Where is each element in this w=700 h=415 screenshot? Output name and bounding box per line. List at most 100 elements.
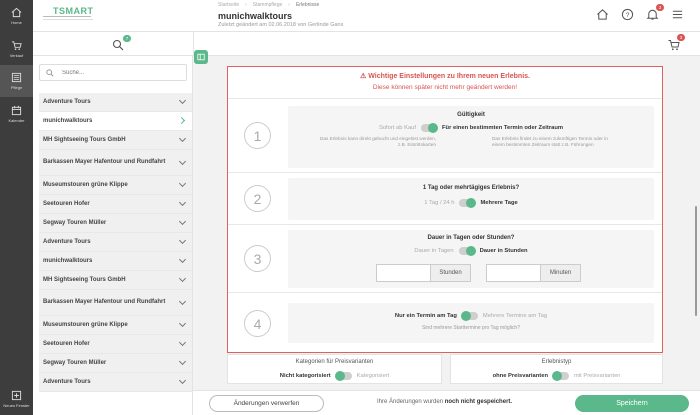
cart-icon (668, 40, 680, 51)
validity-toggle[interactable] (421, 123, 439, 133)
save-button[interactable]: Speichern (575, 395, 689, 412)
unsaved-message: Ihre Änderungen wurden noch nicht gespei… (377, 399, 512, 405)
list-item[interactable]: Adventure Tours (39, 233, 192, 252)
hours-input[interactable] (377, 265, 430, 281)
categories-toggle-row: Nicht kategorisiert Kategorisiert (228, 371, 441, 381)
list-item-label: Barkassen Mayer Hafentour und Rundfahrt (43, 159, 166, 165)
calendar-icon (11, 105, 22, 116)
notifications-badge: 3 (656, 4, 664, 11)
plus-icon (11, 390, 22, 401)
hours-unit: Stunden (430, 265, 470, 281)
logo: TSMART (43, 6, 113, 26)
provider-list: Adventure Tours munichwalktours MH Sight… (39, 93, 192, 392)
settings-card: ⚠ Wichtige Einstellungen zu Ihrem neuen … (227, 66, 663, 353)
toggle-right-label: Kategorisiert (356, 373, 390, 379)
step-hint: Sind mehrere Starttermine pro Tag möglic… (421, 325, 520, 331)
discard-button[interactable]: Änderungen verwerfen (209, 395, 324, 412)
hours-field[interactable]: Stunden (376, 264, 471, 282)
chevron-down-icon (178, 297, 187, 305)
categories-toggle[interactable] (334, 371, 352, 381)
search-count-badge: 7 (123, 35, 131, 42)
list-item[interactable]: Barkassen Mayer Hafentour und Rundfahrt (39, 150, 192, 176)
list-item[interactable]: Seetouren Hofer (39, 195, 192, 214)
rail-kalender-label: Kalender (8, 118, 25, 123)
collapse-sidebar-button[interactable] (194, 50, 208, 64)
step-number: 2 (244, 185, 271, 212)
left-description: Das Erlebnis kann direkt gebucht und ein… (320, 136, 436, 147)
chevron-down-icon (178, 157, 187, 165)
rail-new-window-label: Neues Fenster (3, 403, 30, 408)
unit-toggle-row: Dauer in Tagen Dauer in Stunden (288, 246, 654, 256)
step-panel: Nur ein Termin am Tag Mehrere Termine am… (288, 303, 654, 343)
list-item-label: Segway Touren Müller (43, 360, 107, 366)
menu-button[interactable] (671, 8, 684, 21)
list-item[interactable]: MH Sightseeing Tours GmbH (39, 131, 192, 150)
cart-button[interactable]: 3 (668, 34, 685, 51)
appointments-toggle[interactable] (460, 311, 478, 321)
list-item[interactable]: munichwalktours (39, 252, 192, 271)
minutes-unit: Minuten (540, 265, 580, 281)
list-item[interactable]: MH Sightseeing Tours GmbH (39, 271, 192, 290)
list-item-label: Museumstouren grüne Klippe (43, 322, 128, 328)
chevron-down-icon (178, 236, 187, 245)
list-item-label: munichwalktours (43, 258, 93, 264)
breadcrumb-item[interactable]: Erlebnisse (296, 2, 319, 8)
main-scrollbar[interactable] (694, 56, 698, 390)
logo-text: TSMART (53, 6, 94, 16)
type-toggle[interactable] (552, 371, 569, 381)
list-item[interactable]: Adventure Tours (39, 93, 192, 112)
cart-icon (11, 41, 22, 50)
search-icon (112, 39, 124, 51)
list-item[interactable]: Seetouren Hofer (39, 335, 192, 354)
section-title: Erlebnistyp (541, 359, 572, 365)
minutes-input[interactable] (487, 265, 540, 281)
notifications-button[interactable]: 3 (646, 4, 664, 21)
rail-verkauf[interactable]: Verkauf (0, 33, 33, 65)
step-panel: Dauer in Tagen oder Stunden? Dauer in Ta… (288, 230, 654, 288)
list-item-label: Segway Touren Müller (43, 220, 107, 226)
rail-kalender[interactable]: Kalender (0, 98, 33, 130)
scrollbar-thumb[interactable] (695, 206, 697, 316)
list-item-selected[interactable]: munichwalktours (39, 112, 192, 131)
page-subtitle: Zuletzt geändert am 02.06.2018 von Gerli… (218, 22, 344, 28)
minutes-field[interactable]: Minuten (486, 264, 581, 282)
help-button[interactable]: ? (621, 8, 634, 21)
list-item[interactable]: Museumstouren grüne Klippe (39, 316, 192, 335)
list-item-label: Adventure Tours (43, 239, 91, 245)
type-toggle-row: ohne Preisvarianten mit Preisvarianten (451, 371, 662, 381)
home-button[interactable] (596, 8, 609, 21)
chevron-down-icon (178, 255, 187, 264)
warning-banner: ⚠ Wichtige Einstellungen zu Ihrem neuen … (228, 67, 662, 99)
list-item[interactable]: Segway Touren Müller (39, 354, 192, 373)
toggle-left-label: Nur ein Termin am Tag (394, 313, 457, 319)
hamburger-icon (672, 10, 683, 19)
search-input[interactable] (62, 67, 182, 79)
home-icon (597, 9, 608, 20)
logo-subline (43, 19, 93, 20)
search-toggle[interactable]: 7 (112, 35, 131, 51)
list-item[interactable]: Adventure Tours (39, 373, 192, 392)
rail-pflege[interactable]: Pflege (0, 65, 33, 97)
rail-home[interactable]: Home (0, 0, 33, 32)
unit-toggle[interactable] (458, 246, 476, 256)
list-item[interactable]: Barkassen Mayer Hafentour und Rundfahrt (39, 290, 192, 316)
chevron-down-icon (178, 134, 187, 143)
breadcrumb-item[interactable]: Stammpflege (253, 2, 282, 8)
list-item[interactable]: Segway Touren Müller (39, 214, 192, 233)
home-icon (11, 7, 22, 18)
warning-title: Wichtige Einstellungen zu Ihrem neuen Er… (368, 73, 530, 80)
toggle-left-label: Sofort ab Kauf (378, 125, 417, 131)
list-item[interactable]: Museumstouren grüne Klippe (39, 176, 192, 195)
unsaved-message-bold: noch nicht gespeichert. (444, 399, 513, 405)
step-number: 1 (244, 122, 271, 149)
rail-new-window[interactable]: Neues Fenster (0, 383, 33, 415)
step-duration-type: 2 1 Tag oder mehrtägiges Erlebnis? 1 Tag… (228, 173, 662, 225)
list-item-label: MH Sightseeing Tours GmbH (43, 137, 126, 143)
chevron-right-icon (177, 116, 186, 125)
header-actions: ? 3 (596, 4, 684, 21)
warning-icon: ⚠ (360, 73, 369, 80)
top-header: TSMART Startseite › Stammpflege › Erlebn… (33, 0, 700, 32)
days-toggle[interactable] (459, 198, 477, 208)
list-item-label: Adventure Tours (43, 379, 91, 385)
breadcrumb-item[interactable]: Startseite (218, 2, 239, 8)
